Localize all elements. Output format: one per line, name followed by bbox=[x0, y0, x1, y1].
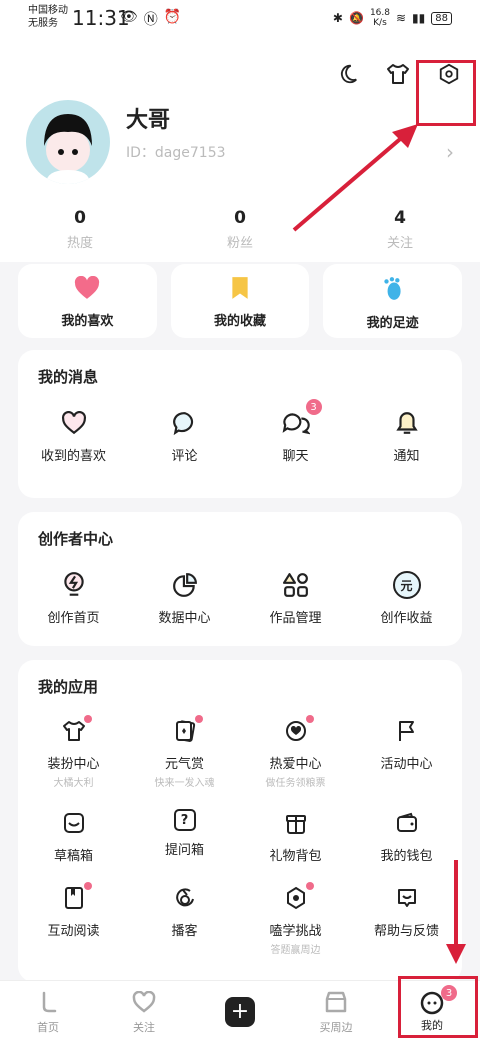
my-wallet-item[interactable]: 我的钱包 bbox=[351, 809, 462, 864]
new-dot bbox=[83, 715, 92, 723]
flag-icon bbox=[393, 717, 421, 745]
highlight-box-settings bbox=[416, 60, 476, 126]
tab-shop[interactable]: 买周边 bbox=[288, 981, 384, 1040]
new-dot bbox=[83, 882, 92, 890]
shirt-icon bbox=[60, 715, 92, 745]
creator-section: 创作者中心 创作首页 数据中心 作品管理 元 创作收益 bbox=[18, 512, 462, 646]
status-icons: 👁 Ⓝ ⏰ bbox=[120, 9, 181, 29]
shapes-icon bbox=[282, 571, 310, 599]
dress-up-icon[interactable] bbox=[384, 60, 412, 88]
draft-box-icon bbox=[60, 809, 88, 837]
yuan-coin-icon: 元 bbox=[392, 571, 421, 599]
ke-challenge-item[interactable]: 嗑学挑战 答题赢周边 bbox=[240, 882, 351, 956]
annotation-arrow-settings bbox=[292, 124, 418, 232]
creator-home-item[interactable]: 创作首页 bbox=[18, 571, 129, 626]
status-right: ✱ 🔕 16.8 K/s ≋ ▮▮ 88 bbox=[333, 8, 452, 28]
night-mode-icon[interactable] bbox=[334, 60, 362, 88]
bell-icon bbox=[393, 409, 421, 437]
alarm-icon: ⏰ bbox=[163, 9, 182, 25]
section-title: 我的消息 bbox=[38, 368, 99, 386]
creator-earnings-item[interactable]: 元 创作收益 bbox=[351, 571, 462, 626]
question-box-icon: ? bbox=[173, 809, 196, 831]
follow-icon bbox=[132, 990, 156, 1013]
footprint-icon bbox=[384, 277, 401, 300]
drafts-item[interactable]: 草稿箱 bbox=[18, 809, 129, 864]
podcast-icon bbox=[171, 884, 199, 912]
messages-section: 我的消息 收到的喜欢 评论 3 聊天 通知 bbox=[18, 350, 462, 498]
new-dot bbox=[305, 882, 314, 890]
user-name: 大哥 bbox=[126, 108, 171, 133]
my-likes-card[interactable]: 我的喜欢 bbox=[18, 264, 157, 338]
my-favorites-card[interactable]: 我的收藏 bbox=[170, 264, 310, 338]
chat-badge: 3 bbox=[305, 399, 322, 415]
nfc-icon: Ⓝ bbox=[143, 12, 158, 28]
works-management-item[interactable]: 作品管理 bbox=[240, 571, 351, 626]
chat-item[interactable]: 3 聊天 bbox=[240, 399, 351, 464]
heart-outline-icon bbox=[60, 409, 88, 437]
tab-create[interactable]: + bbox=[192, 981, 288, 1040]
status-bar: 中国移动 无服务 11:31 👁 Ⓝ ⏰ ✱ 🔕 16.8 K/s ≋ ▮▮ 88 bbox=[0, 0, 480, 36]
podcast-item[interactable]: 播客 bbox=[129, 884, 240, 956]
tab-follow[interactable]: 关注 bbox=[96, 981, 192, 1040]
new-dot bbox=[194, 715, 203, 723]
plus-icon: + bbox=[225, 997, 255, 1027]
bookmark-icon bbox=[232, 277, 248, 299]
avatar[interactable] bbox=[26, 100, 110, 184]
book-icon bbox=[60, 882, 92, 912]
wifi-icon: ≋ bbox=[395, 11, 407, 25]
dress-center-item[interactable]: 装扮中心 大橘大利 bbox=[18, 715, 129, 789]
battery-indicator: 88 bbox=[431, 11, 452, 25]
shop-icon bbox=[325, 991, 347, 1013]
network-speed: 16.8 K/s bbox=[369, 8, 390, 28]
data-center-item[interactable]: 数据中心 bbox=[129, 571, 240, 626]
signal-icon: ▮▮ bbox=[412, 11, 426, 25]
chat-icon: 3 bbox=[282, 399, 322, 437]
wallet-icon bbox=[393, 809, 421, 837]
question-box-item[interactable]: ? 提问箱 bbox=[129, 809, 240, 864]
highlight-box-me bbox=[398, 976, 478, 1038]
received-likes-item[interactable]: 收到的喜欢 bbox=[18, 409, 129, 464]
bluetooth-icon: ✱ bbox=[332, 11, 343, 25]
activity-center-item[interactable]: 活动中心 bbox=[351, 717, 462, 789]
cards-icon bbox=[171, 715, 203, 745]
comments-item[interactable]: 评论 bbox=[129, 409, 240, 464]
apps-section: 我的应用 装扮中心 大橘大利 元气赏 快来一发入魂 热爱中心 做任务领粮票 活动… bbox=[18, 660, 462, 982]
home-icon bbox=[42, 991, 57, 1013]
carrier-info: 中国移动 无服务 bbox=[28, 5, 68, 29]
comment-icon bbox=[171, 409, 199, 437]
passion-center-item[interactable]: 热爱中心 做任务领粮票 bbox=[240, 715, 351, 789]
section-title: 我的应用 bbox=[38, 678, 99, 696]
eye-icon: 👁 bbox=[120, 9, 138, 25]
bulb-icon bbox=[60, 571, 88, 599]
user-id: ID：dage7153 bbox=[126, 145, 226, 161]
heart-badge-icon bbox=[282, 715, 314, 745]
genki-reward-item[interactable]: 元气赏 快来一发入魂 bbox=[129, 715, 240, 789]
section-title: 创作者中心 bbox=[38, 530, 114, 548]
mute-icon: 🔕 bbox=[348, 11, 364, 25]
challenge-icon bbox=[282, 882, 314, 912]
tab-home[interactable]: 首页 bbox=[0, 981, 96, 1040]
gift-bag-item[interactable]: 礼物背包 bbox=[240, 809, 351, 864]
quick-links: 我的喜欢 我的收藏 我的足迹 bbox=[18, 264, 463, 338]
heart-icon bbox=[75, 275, 100, 299]
my-footprints-card[interactable]: 我的足迹 bbox=[323, 264, 463, 338]
interactive-reading-item[interactable]: 互动阅读 bbox=[18, 882, 129, 956]
annotation-arrow-me bbox=[446, 860, 466, 964]
help-feedback-icon bbox=[393, 884, 421, 912]
notifications-item[interactable]: 通知 bbox=[351, 409, 462, 464]
stat-popularity[interactable]: 0 热度 bbox=[0, 208, 160, 251]
gift-icon bbox=[282, 809, 310, 837]
new-dot bbox=[305, 715, 314, 723]
pie-chart-icon bbox=[171, 571, 199, 599]
chevron-right-icon[interactable]: › bbox=[446, 140, 454, 164]
